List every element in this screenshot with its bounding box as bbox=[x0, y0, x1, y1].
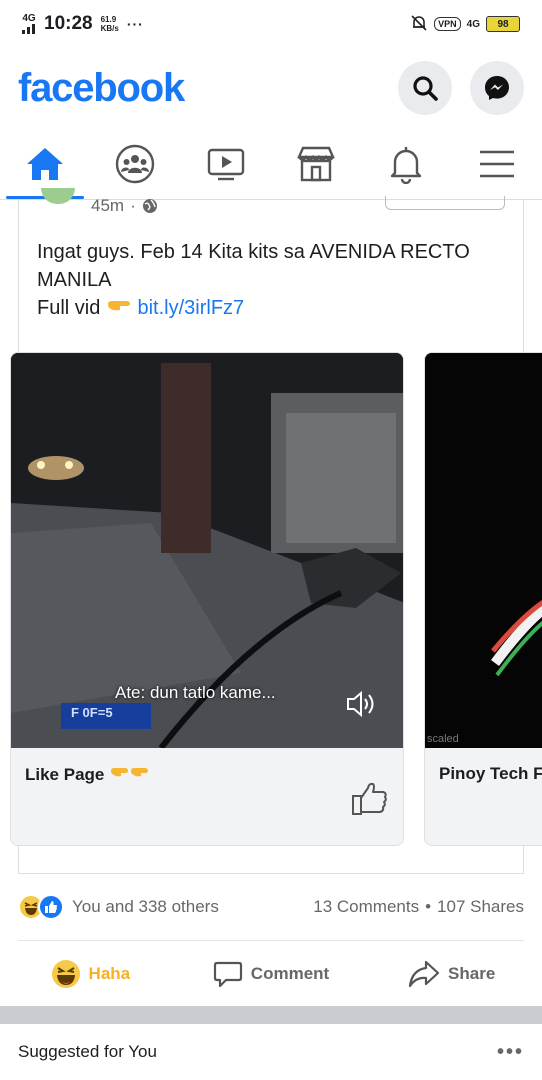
battery-icon: 98 bbox=[486, 16, 520, 32]
post-link[interactable]: bit.ly/3irlFz7 bbox=[137, 297, 244, 319]
facebook-logo[interactable]: facebook bbox=[18, 66, 185, 111]
like-thumb-icon[interactable] bbox=[351, 780, 389, 818]
tab-watch[interactable] bbox=[181, 128, 271, 199]
follow-button[interactable] bbox=[385, 196, 505, 210]
vpn-badge: VPN bbox=[434, 17, 461, 31]
messenger-button[interactable] bbox=[470, 61, 524, 115]
video-corner-text: scaled bbox=[427, 733, 459, 745]
groups-icon bbox=[116, 144, 155, 183]
more-options-icon[interactable]: ••• bbox=[497, 1041, 524, 1064]
card-title-text[interactable]: Like Page bbox=[25, 765, 104, 784]
tab-notifications[interactable] bbox=[361, 128, 451, 199]
signal-icon: 4G bbox=[22, 14, 36, 34]
menu-icon bbox=[479, 150, 514, 177]
comments-count[interactable]: 13 Comments bbox=[313, 897, 419, 917]
video-carousel[interactable]: Ate: dun tatlo kame... F 0F=5 Like Page … bbox=[0, 352, 542, 848]
tab-marketplace[interactable] bbox=[271, 128, 361, 199]
reaction-summary[interactable]: You and 338 others 13 Comments • 107 Sha… bbox=[18, 888, 524, 926]
status-bar: 4G 10:28 61.9 KB/s ··· VPN 4G 98 bbox=[0, 0, 542, 48]
video-player[interactable]: scaled bbox=[425, 353, 542, 748]
pointing-hand-emoji bbox=[106, 297, 138, 319]
post-time[interactable]: 45m bbox=[91, 196, 124, 216]
notifications-icon bbox=[391, 146, 422, 184]
share-icon bbox=[408, 960, 440, 988]
home-icon bbox=[27, 147, 64, 180]
avatar[interactable] bbox=[41, 188, 75, 204]
suggested-header: Suggested for You ••• bbox=[0, 1024, 542, 1080]
dashboard-readout: F 0F=5 bbox=[71, 705, 113, 720]
marketplace-icon bbox=[297, 146, 335, 181]
carousel-card[interactable]: Ate: dun tatlo kame... F 0F=5 Like Page bbox=[10, 352, 404, 846]
network-type: 4G bbox=[22, 13, 36, 24]
comment-button[interactable]: Comment bbox=[181, 959, 362, 989]
app-header: facebook bbox=[0, 52, 542, 124]
share-label: Share bbox=[448, 964, 496, 983]
net-speed-value: 61.9 bbox=[100, 15, 117, 24]
video-frame bbox=[425, 353, 542, 748]
carousel-card[interactable]: scaled Pinoy Tech F bbox=[424, 352, 542, 846]
share-button[interactable]: Share bbox=[361, 959, 542, 989]
pointing-hand-emoji bbox=[111, 768, 149, 777]
divider bbox=[18, 940, 524, 941]
net-speed: 61.9 KB/s bbox=[101, 15, 119, 33]
net-speed-unit: KB/s bbox=[100, 24, 119, 33]
video-subtitle: Ate: dun tatlo kame... bbox=[115, 683, 276, 702]
post-meta: 45m · bbox=[91, 196, 158, 216]
haha-label: Haha bbox=[88, 964, 131, 983]
messenger-icon bbox=[485, 76, 509, 100]
shares-count[interactable]: 107 Shares bbox=[437, 897, 524, 917]
meta-separator: · bbox=[130, 196, 136, 215]
search-button[interactable] bbox=[398, 61, 452, 115]
globe-icon bbox=[142, 199, 157, 213]
main-nav bbox=[0, 128, 542, 200]
network-type-right: 4G bbox=[466, 18, 480, 30]
reaction-count[interactable]: You and 338 others bbox=[72, 897, 219, 917]
comment-icon bbox=[213, 961, 242, 988]
tab-menu[interactable] bbox=[452, 128, 542, 199]
speaker-icon[interactable] bbox=[345, 689, 377, 719]
like-reaction-icon bbox=[38, 894, 64, 920]
haha-button[interactable]: Haha bbox=[0, 959, 181, 989]
card-title: Like Page bbox=[25, 764, 153, 785]
card-footer: Pinoy Tech F bbox=[425, 748, 542, 845]
tab-groups[interactable] bbox=[90, 128, 180, 199]
card-footer: Like Page bbox=[11, 748, 403, 845]
post-text-line: Ingat guys. Feb 14 Kita kits sa AVENIDA … bbox=[37, 241, 470, 291]
video-player[interactable]: Ate: dun tatlo kame... F 0F=5 bbox=[11, 353, 403, 748]
card-title-text[interactable]: Pinoy Tech F bbox=[439, 764, 542, 784]
clock: 10:28 bbox=[44, 13, 93, 34]
stats-separator: • bbox=[425, 897, 432, 916]
post-actions: Haha Comment Share bbox=[0, 948, 542, 1000]
comment-label: Comment bbox=[250, 964, 330, 983]
post-text-prefix: Full vid bbox=[37, 297, 101, 319]
mute-bell-icon bbox=[410, 14, 428, 35]
feed-separator bbox=[0, 1006, 542, 1024]
more-notifications-icon: ··· bbox=[126, 16, 144, 32]
post-text: Ingat guys. Feb 14 Kita kits sa AVENIDA … bbox=[37, 238, 517, 322]
search-icon bbox=[413, 76, 438, 101]
haha-icon bbox=[51, 960, 80, 988]
suggested-title: Suggested for You bbox=[18, 1042, 157, 1061]
watch-icon bbox=[207, 148, 245, 180]
